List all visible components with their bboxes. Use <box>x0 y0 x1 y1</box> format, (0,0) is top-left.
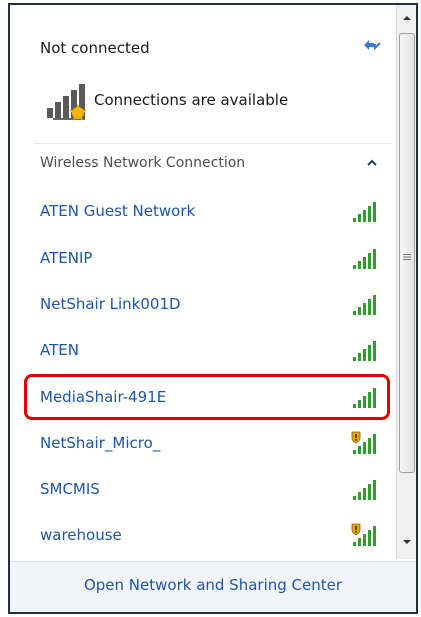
network-item-mediashair-491e[interactable]: MediaShair-491E <box>24 374 390 420</box>
scroll-thumb[interactable] <box>399 33 415 473</box>
scroll-down-arrow-icon[interactable] <box>397 529 417 557</box>
network-flyout: Not connected Connections are available … <box>8 3 418 614</box>
network-name: NetShair_Micro_ <box>40 434 161 452</box>
signal-strength-icon <box>350 477 378 503</box>
signal-strength-icon <box>350 292 378 318</box>
network-item-aten-guest-network[interactable]: ATEN Guest Network <box>24 191 390 233</box>
signal-strength-icon <box>350 385 378 411</box>
signal-strength-icon <box>350 199 378 225</box>
scroll-up-arrow-icon[interactable] <box>397 5 417 31</box>
signal-strength-icon <box>350 338 378 364</box>
scrollbar[interactable] <box>396 5 416 559</box>
network-name: SMCMIS <box>40 480 100 498</box>
signal-strength-icon <box>350 246 378 272</box>
open-network-sharing-center-link[interactable]: Open Network and Sharing Center <box>10 576 416 594</box>
network-name: NetShair Link001D <box>40 295 181 313</box>
grip-icon <box>403 246 411 260</box>
network-name: ATENIP <box>40 249 93 267</box>
divider <box>34 143 392 144</box>
shield-warning-icon <box>350 431 378 457</box>
network-item-warehouse[interactable]: warehouse <box>24 515 390 557</box>
refresh-icon[interactable] <box>360 33 384 55</box>
footer: Open Network and Sharing Center <box>10 561 416 612</box>
network-list-panel: Not connected Connections are available … <box>10 5 394 559</box>
availability-text: Connections are available <box>94 91 289 109</box>
network-name: ATEN <box>40 341 79 359</box>
chevron-up-icon[interactable] <box>366 157 378 169</box>
network-item-atenip[interactable]: ATENIP <box>24 238 390 280</box>
network-name: ATEN Guest Network <box>40 202 196 220</box>
network-name: MediaShair-491E <box>40 388 167 406</box>
network-available-icon <box>43 80 93 122</box>
shield-warning-icon <box>350 523 378 549</box>
network-item-netshair-micro[interactable]: NetShair_Micro_ <box>24 423 390 465</box>
network-item-aten[interactable]: ATEN <box>24 330 390 372</box>
connection-status: Not connected <box>40 39 150 57</box>
network-name: warehouse <box>40 526 122 544</box>
network-item-smcmis[interactable]: SMCMIS <box>24 469 390 511</box>
section-title: Wireless Network Connection <box>40 155 246 171</box>
network-item-netshair-link001d[interactable]: NetShair Link001D <box>24 284 390 326</box>
